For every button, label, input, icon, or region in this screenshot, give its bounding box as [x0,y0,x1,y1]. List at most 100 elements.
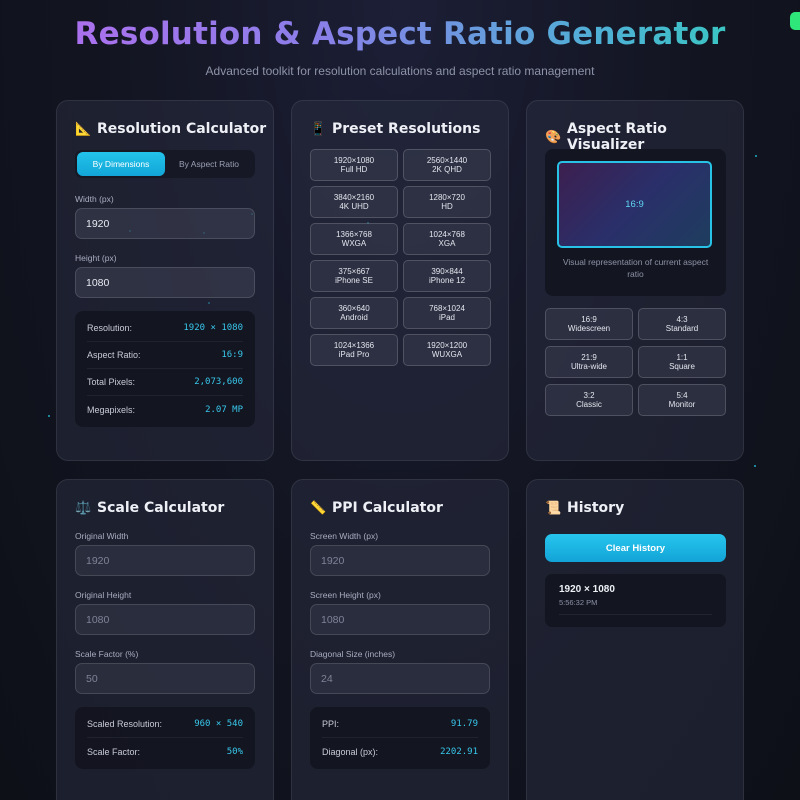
preset-grid: 1920×1080 Full HD 2560×1440 2K QHD 3840×21… [310,149,491,366]
original-height-input[interactable]: 1080 [75,604,255,635]
scale-factor-label: Scale Factor (%) [75,649,139,659]
result-value: 50% [226,746,243,757]
preset-resolutions-card: 📱 Preset Resolutions 1920×1080 Full HD 25… [291,100,509,461]
preset-resolution: 360×640 [338,303,370,313]
width-input[interactable]: 1920 [75,208,255,239]
preset-button-4k-uhd[interactable]: 3840×2160 4K UHD [310,186,398,218]
preset-resolution: 1280×720 [429,192,465,202]
history-resolution: 1920 × 1080 [559,584,615,595]
result-label: Aspect Ratio: [87,350,141,360]
preset-button-ipad[interactable]: 768×1024 iPad [403,297,491,329]
screen-height-input[interactable]: 1080 [310,604,490,635]
result-label: Scale Factor: [87,746,141,757]
scroll-icon: 📜 [545,500,562,516]
clear-history-button[interactable]: Clear History [545,534,726,562]
ratio-button-16-9[interactable]: 16:9 Widescreen [545,308,633,340]
result-value: 2,073,600 [194,377,243,387]
ratio-name: Monitor [668,400,696,409]
card-title-text: Preset Resolutions [332,121,481,137]
preset-button-xga[interactable]: 1024×768 XGA [403,223,491,255]
preset-name: iPhone 12 [428,276,466,285]
preset-resolution: 768×1024 [429,303,465,313]
preset-name: XGA [438,239,456,248]
result-value: 1920 × 1080 [183,323,243,333]
result-value: 91.79 [450,719,478,729]
mode-toggle: By Dimensions By Aspect Ratio [75,150,255,178]
result-value: 960 × 540 [194,719,243,729]
result-row: Diagonal (px): 2202.91 [322,738,478,765]
mobile-phone-icon: 📱 [310,121,327,137]
preset-name: WXGA [341,239,367,248]
screen-height-label: Screen Height (px) [310,590,381,600]
preset-button-hd[interactable]: 1280×720 HD [403,186,491,218]
result-value: 16:9 [221,350,243,360]
ratio-button-5-4[interactable]: 5:4 Monitor [638,384,726,416]
preset-button-full-hd[interactable]: 1920×1080 Full HD [310,149,398,181]
aspect-preview-rect: 16:9 [557,161,712,248]
card-title-text: PPI Calculator [332,500,443,516]
diagonal-size-input[interactable]: 24 [310,663,490,694]
result-row: Resolution: 1920 × 1080 [87,315,243,342]
screen-width-input[interactable]: 1920 [310,545,490,576]
preset-button-android[interactable]: 360×640 Android [310,297,398,329]
preset-name: HD [441,202,453,211]
preset-button-wuxga[interactable]: 1920×1200 WUXGA [403,334,491,366]
card-title: 📏 PPI Calculator [310,500,443,516]
history-entry[interactable]: 1920 × 1080 5:56:32 PM [559,584,712,615]
resolution-results: Resolution: 1920 × 1080 Aspect Ratio: 16:9… [75,311,255,427]
ratio-value: 1:1 [676,352,688,362]
preset-button-iphone-12[interactable]: 390×844 iPhone 12 [403,260,491,292]
preset-button-2k-qhd[interactable]: 2560×1440 2K QHD [403,149,491,181]
preset-resolution: 2560×1440 [426,155,468,165]
ratio-button-21-9[interactable]: 21:9 Ultra-wide [545,346,633,378]
result-value: 2.07 MP [205,404,243,415]
particle [48,415,50,417]
ratio-button-3-2[interactable]: 3:2 Classic [545,384,633,416]
result-label: Diagonal (px): [322,746,379,757]
ratio-value: 5:4 [676,390,688,400]
aspect-preview-panel: 16:9 Visual representation of current as… [545,149,726,296]
balance-scale-icon: ⚖️ [75,500,92,516]
preset-resolution: 1920×1080 [333,155,375,165]
result-row: Scale Factor: 50% [87,738,243,765]
card-title-text: Resolution Calculator [97,121,267,137]
preset-button-iphone-se[interactable]: 375×667 iPhone SE [310,260,398,292]
history-timestamp: 5:56:32 PM [559,598,598,607]
result-row: Scaled Resolution: 960 × 540 [87,711,243,738]
card-title: 📐 Resolution Calculator [75,121,266,137]
result-label: Megapixels: [87,404,136,415]
ratio-value: 16:9 [581,314,597,324]
preset-name: iPad [438,313,455,322]
triangular-ruler-icon: 📐 [75,121,92,137]
preset-name: Full HD [340,165,368,174]
preset-resolution: 1024×1366 [333,340,375,350]
preset-resolution: 1366×768 [336,229,372,239]
ratio-button-4-3[interactable]: 4:3 Standard [638,308,726,340]
preset-name: 4K UHD [339,202,369,211]
ratio-button-1-1[interactable]: 1:1 Square [638,346,726,378]
ratio-name: Widescreen [567,324,611,333]
height-input[interactable]: 1080 [75,267,255,298]
particle [755,155,757,157]
ppi-results: PPI: 91.79 Diagonal (px): 2202.91 [310,707,490,769]
scale-factor-input[interactable]: 50 [75,663,255,694]
result-row: Total Pixels: 2,073,600 [87,369,243,396]
card-title: ⚖️ Scale Calculator [75,500,224,516]
ruler-icon: 📏 [310,500,327,516]
preset-resolution: 390×844 [431,266,463,276]
preset-button-ipad-pro[interactable]: 1024×1366 iPad Pro [310,334,398,366]
scale-results: Scaled Resolution: 960 × 540 Scale Factor… [75,707,255,769]
particle [754,465,756,467]
original-width-input[interactable]: 1920 [75,545,255,576]
diagonal-size-label: Diagonal Size (inches) [310,649,396,659]
tab-by-aspect-ratio[interactable]: By Aspect Ratio [165,152,253,176]
preset-resolution: 1024×768 [429,229,465,239]
width-label: Width (px) [75,194,114,204]
ratio-value: 3:2 [583,390,595,400]
card-title: 📱 Preset Resolutions [310,121,480,137]
preset-name: Android [340,313,368,322]
tab-by-dimensions[interactable]: By Dimensions [77,152,165,176]
history-list: 1920 × 1080 5:56:32 PM [545,574,726,627]
page-title: Resolution & Aspect Ratio Generator [0,16,800,52]
preset-button-wxga[interactable]: 1366×768 WXGA [310,223,398,255]
